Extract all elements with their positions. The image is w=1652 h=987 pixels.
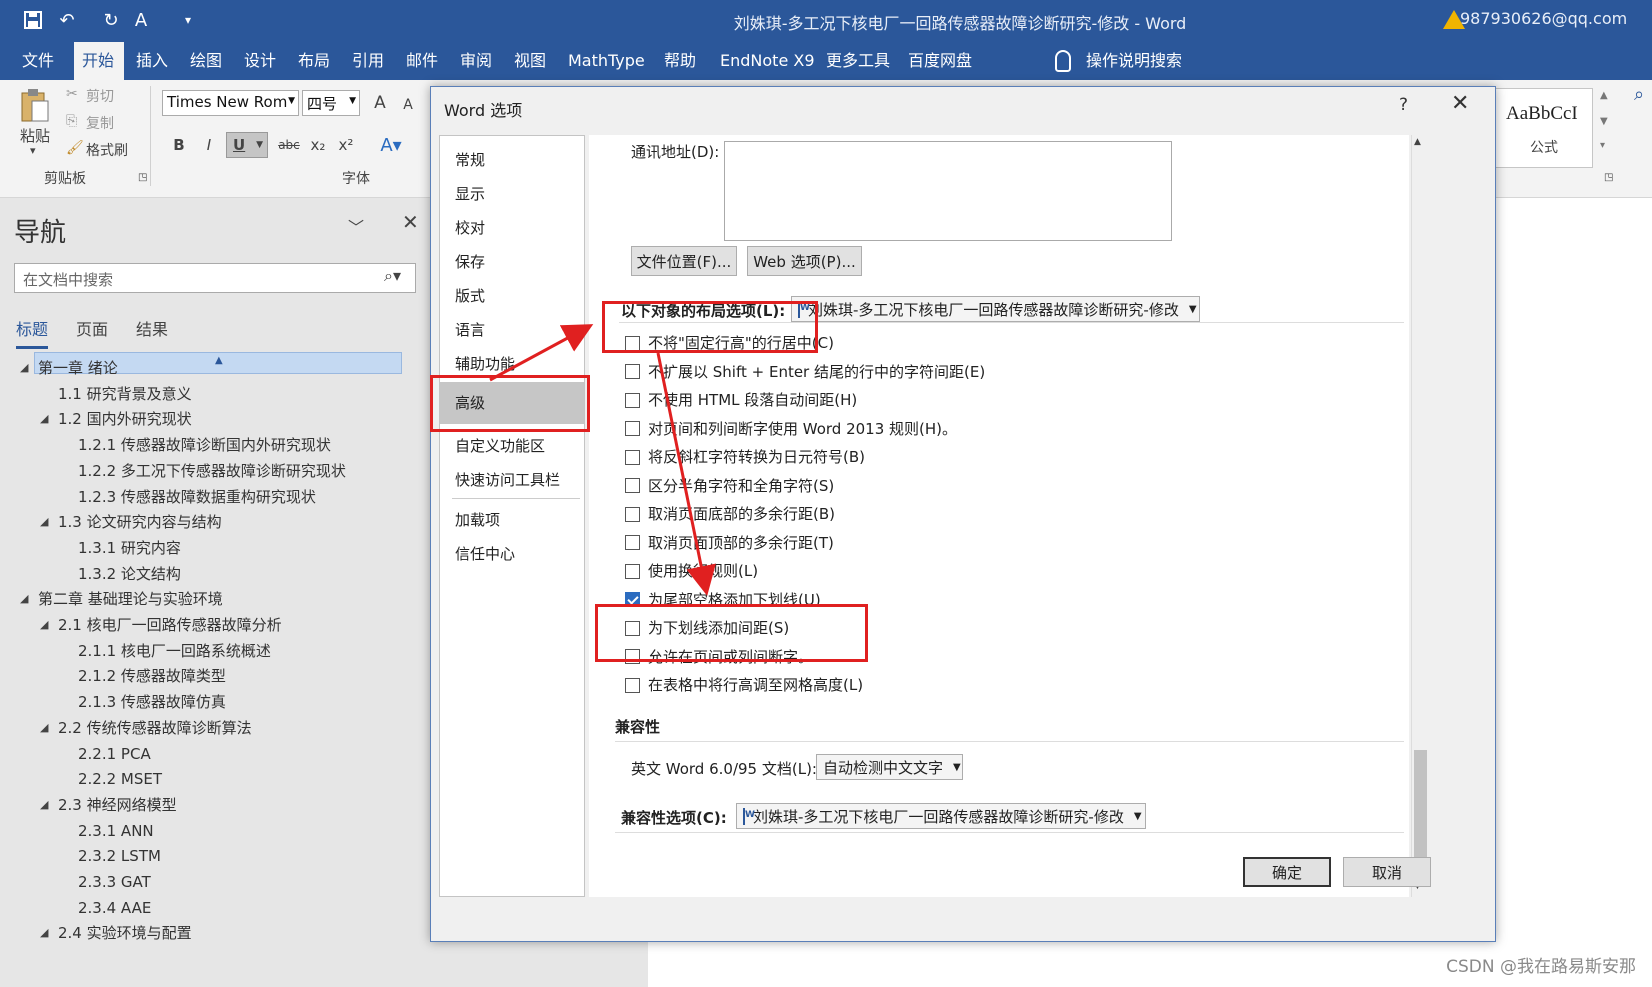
annotation-arrow bbox=[489, 324, 594, 382]
annotation-arrow bbox=[656, 352, 716, 596]
annotation-arrows bbox=[489, 324, 716, 596]
